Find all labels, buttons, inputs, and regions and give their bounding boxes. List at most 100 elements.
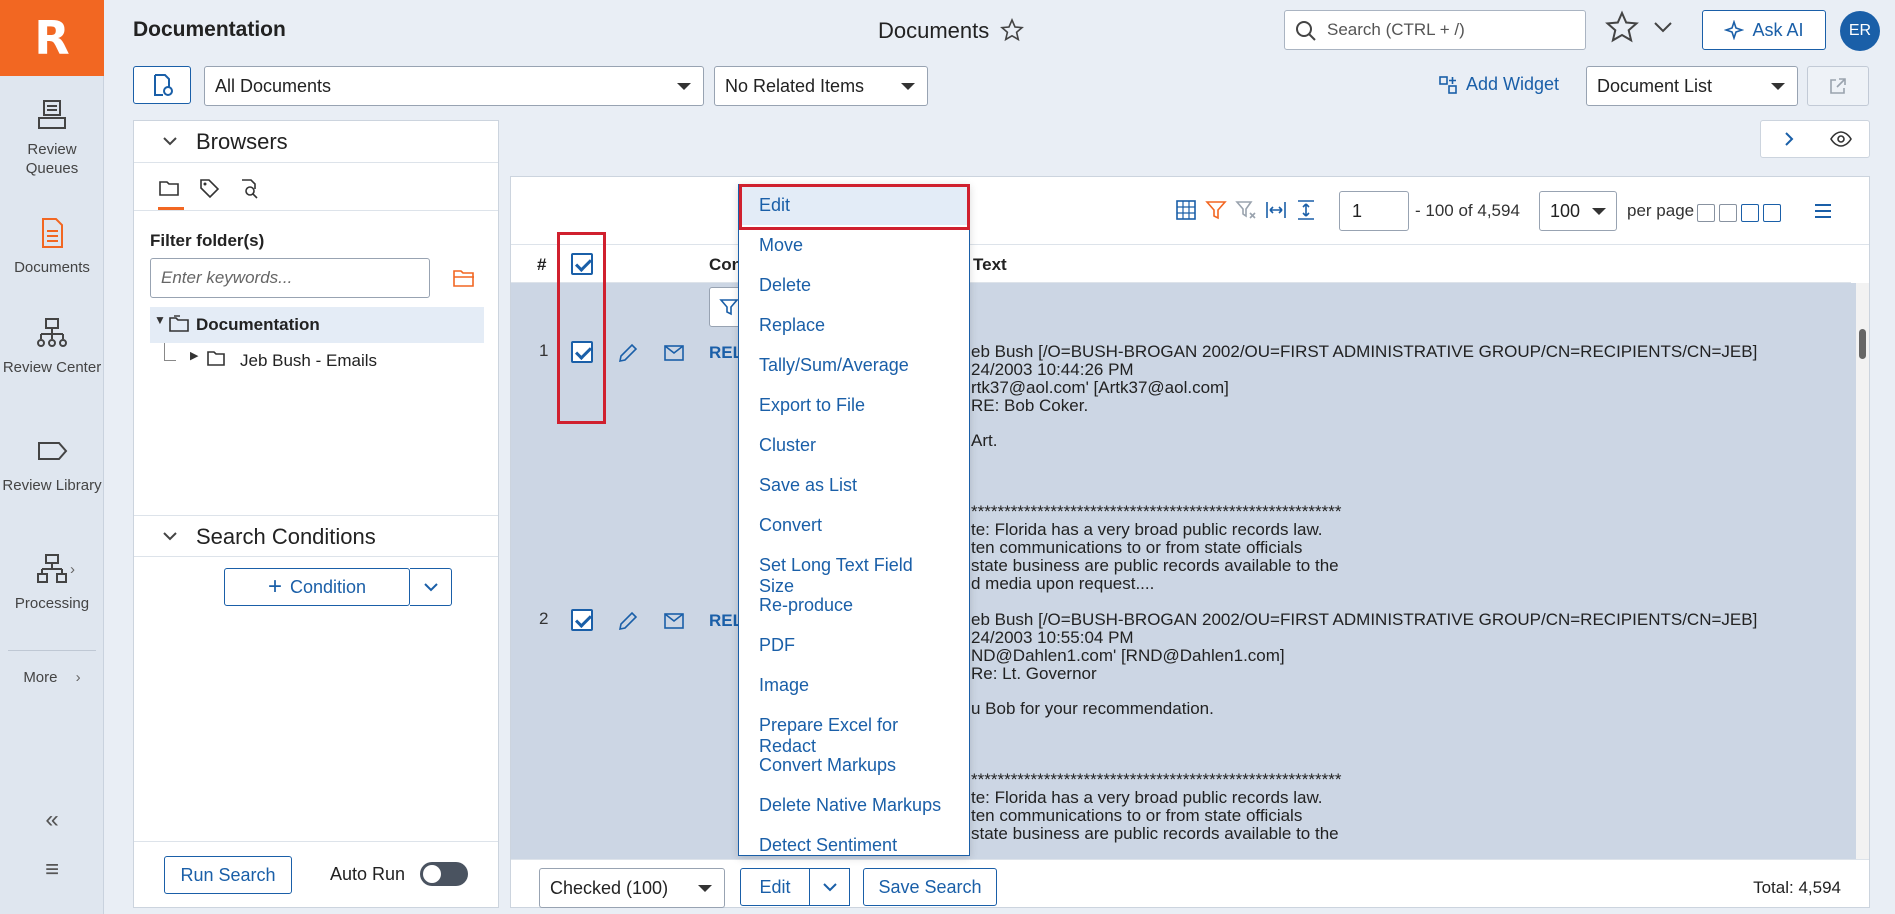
new-document-button[interactable] xyxy=(133,66,191,104)
caret-down-icon[interactable]: ▼ xyxy=(154,313,166,327)
next-page-icon[interactable] xyxy=(1741,204,1759,222)
menu-item-move[interactable]: Move xyxy=(739,225,969,265)
run-search-button[interactable]: Run Search xyxy=(164,856,292,894)
previous-page-icon[interactable] xyxy=(1719,204,1737,222)
col-header-number: # xyxy=(537,255,547,274)
nav-rail: R Review Queues Documents Review Center … xyxy=(0,0,104,914)
favorite-star-icon[interactable] xyxy=(1000,18,1024,42)
nav-more[interactable]: More › xyxy=(0,668,104,687)
menu-item-convert-markups[interactable]: Convert Markups xyxy=(739,745,969,785)
checked-select[interactable]: Checked (100) xyxy=(539,868,725,908)
page-range-text: - 100 of 4,594 xyxy=(1415,201,1520,220)
page-title: Documents xyxy=(878,18,990,43)
first-page-icon[interactable] xyxy=(1697,204,1715,222)
menu-item-delete[interactable]: Delete xyxy=(739,265,969,305)
tree-item-jeb-bush-emails[interactable]: ▶ Jeb Bush - Emails xyxy=(150,343,484,379)
nav-processing[interactable]: Processing › xyxy=(0,552,104,613)
per-page-select[interactable]: 100 xyxy=(1539,191,1617,231)
text-line: eb Bush [/O=BUSH-BROGAN 2002/OU=FIRST AD… xyxy=(971,342,1758,361)
text-line: ten communications to or from state offi… xyxy=(971,806,1303,825)
add-widget-button[interactable]: Add Widget xyxy=(1438,74,1559,95)
menu-item-export[interactable]: Export to File xyxy=(739,385,969,425)
menu-item-delete-markups[interactable]: Delete Native Markups xyxy=(739,785,969,825)
nav-review-library[interactable]: Review Library xyxy=(0,434,104,495)
condition-dropdown-button[interactable] xyxy=(410,568,452,606)
app-logo[interactable]: R xyxy=(0,0,104,76)
page-number-input[interactable]: 1 xyxy=(1339,191,1409,231)
search-conditions-header[interactable]: Search Conditions xyxy=(134,515,498,557)
chevron-down-icon[interactable] xyxy=(1652,18,1674,36)
pencil-icon[interactable] xyxy=(617,342,639,364)
open-folder-icon[interactable] xyxy=(452,267,476,289)
add-condition-button[interactable]: + Condition xyxy=(224,568,410,606)
collapse-nav-icon[interactable]: « xyxy=(0,806,104,834)
fit-height-icon[interactable] xyxy=(1295,199,1317,221)
checkbox-highlight xyxy=(557,232,606,424)
nav-documents[interactable]: Documents xyxy=(0,216,104,277)
filter-icon[interactable] xyxy=(1205,199,1227,221)
save-search-button[interactable]: Save Search xyxy=(863,868,997,906)
caret-right-icon[interactable]: ▶ xyxy=(190,349,198,362)
clear-filter-icon[interactable] xyxy=(1235,199,1257,221)
documents-icon xyxy=(42,218,63,248)
nav-divider xyxy=(8,650,96,651)
search-document-icon[interactable] xyxy=(238,177,260,199)
chevron-down-icon xyxy=(423,583,438,592)
browsers-header[interactable]: Browsers xyxy=(134,121,498,163)
add-widget-label: Add Widget xyxy=(1466,74,1560,94)
text-line: RE: Bob Coker. xyxy=(971,396,1089,415)
pencil-icon[interactable] xyxy=(617,610,639,632)
document-grid: 1 - 100 of 4,594 100 per page # Cont Tex… xyxy=(510,176,1870,908)
email-icon[interactable] xyxy=(663,344,685,362)
nav-label: Documents xyxy=(14,259,90,276)
global-search-input[interactable]: Search (CTRL + /) xyxy=(1284,10,1586,50)
menu-item-convert[interactable]: Convert xyxy=(739,505,969,545)
menu-item-reproduce[interactable]: Re-produce xyxy=(739,585,969,625)
filter-keywords-input[interactable]: Enter keywords... xyxy=(150,258,430,298)
text-line: te: Florida has a very broad public reco… xyxy=(971,520,1323,539)
user-avatar[interactable]: ER xyxy=(1840,11,1880,51)
layout-select[interactable]: Document List xyxy=(1586,66,1798,106)
menu-item-long-text[interactable]: Set Long Text Field Size xyxy=(739,545,969,596)
grid-menu-icon[interactable] xyxy=(1813,203,1833,219)
nav-review-center[interactable]: Review Center xyxy=(0,316,104,377)
col-header-text[interactable]: Text xyxy=(973,255,1007,275)
scroll-thumb[interactable] xyxy=(1859,329,1866,359)
ask-ai-button[interactable]: Ask AI xyxy=(1702,10,1826,50)
last-page-icon[interactable] xyxy=(1763,204,1781,222)
auto-run-toggle[interactable] xyxy=(420,862,468,886)
related-items-select[interactable]: No Related Items xyxy=(714,66,928,106)
tree-item-label: Documentation xyxy=(196,315,320,334)
nav-review-queues[interactable]: Review Queues xyxy=(0,98,104,178)
edit-menu: Edit Move Delete Replace Tally/Sum/Avera… xyxy=(738,184,970,856)
edit-button[interactable]: Edit xyxy=(740,868,810,906)
edit-dropdown-button[interactable] xyxy=(810,868,850,906)
menu-item-tally[interactable]: Tally/Sum/Average xyxy=(739,345,969,385)
export-button[interactable] xyxy=(1807,66,1869,106)
hamburger-icon[interactable]: ≡ xyxy=(0,856,104,884)
fit-width-icon[interactable] xyxy=(1265,199,1287,221)
grid-layout-icon[interactable] xyxy=(1175,199,1197,221)
favorites-star-icon[interactable] xyxy=(1605,10,1639,44)
menu-item-save-as-list[interactable]: Save as List xyxy=(739,465,969,505)
text-line: Re: Lt. Governor xyxy=(971,664,1097,683)
view-select[interactable]: All Documents xyxy=(204,66,704,106)
menu-item-replace[interactable]: Replace xyxy=(739,305,969,345)
menu-item-prepare-excel[interactable]: Prepare Excel for Redact xyxy=(739,705,969,756)
menu-item-detect-sentiment[interactable]: Detect Sentiment xyxy=(739,825,969,855)
tag-icon[interactable] xyxy=(198,177,220,199)
tree-item-documentation[interactable]: ▼ Documentation xyxy=(150,307,484,343)
edit-item-highlight xyxy=(739,184,970,230)
view-select-value: All Documents xyxy=(215,76,332,96)
menu-item-image[interactable]: Image xyxy=(739,665,969,705)
menu-item-pdf[interactable]: PDF xyxy=(739,625,969,665)
per-page-value: 100 xyxy=(1550,201,1581,221)
grid-scrollbar[interactable] xyxy=(1856,283,1869,859)
email-icon[interactable] xyxy=(663,612,685,630)
menu-item-cluster[interactable]: Cluster xyxy=(739,425,969,465)
plus-icon: + xyxy=(267,573,282,600)
folder-icon[interactable] xyxy=(158,177,180,199)
chevron-right-icon[interactable] xyxy=(1781,131,1797,147)
eye-icon[interactable] xyxy=(1829,130,1853,148)
row-checkbox[interactable] xyxy=(571,609,593,631)
